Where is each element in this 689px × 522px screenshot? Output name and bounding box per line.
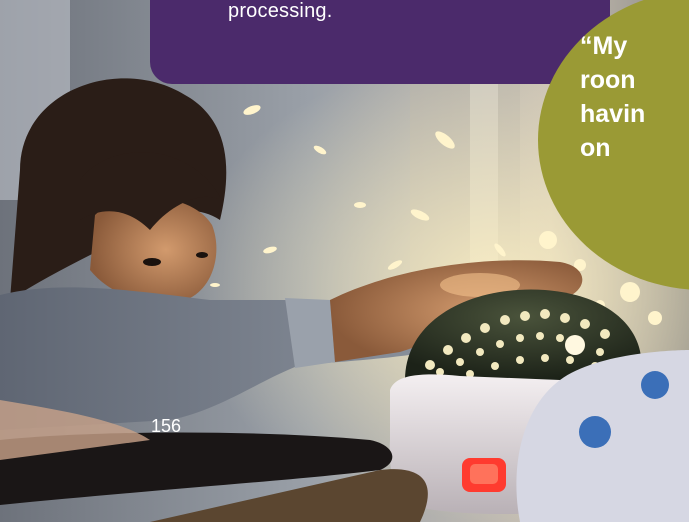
quote-text: “My roon havin on xyxy=(580,29,689,165)
intro-text: processing. xyxy=(228,0,333,22)
page-number: 156 xyxy=(151,416,182,436)
quote-line: on xyxy=(580,134,611,162)
eye xyxy=(143,258,161,266)
quote-line: havin xyxy=(580,100,646,128)
quote-line: roon xyxy=(580,66,636,94)
intro-text-panel: processing. xyxy=(150,0,610,84)
book-page: processing. “My roon havin on 156 xyxy=(0,0,689,522)
quote-line: “My xyxy=(580,32,628,60)
eye-far xyxy=(196,252,208,258)
